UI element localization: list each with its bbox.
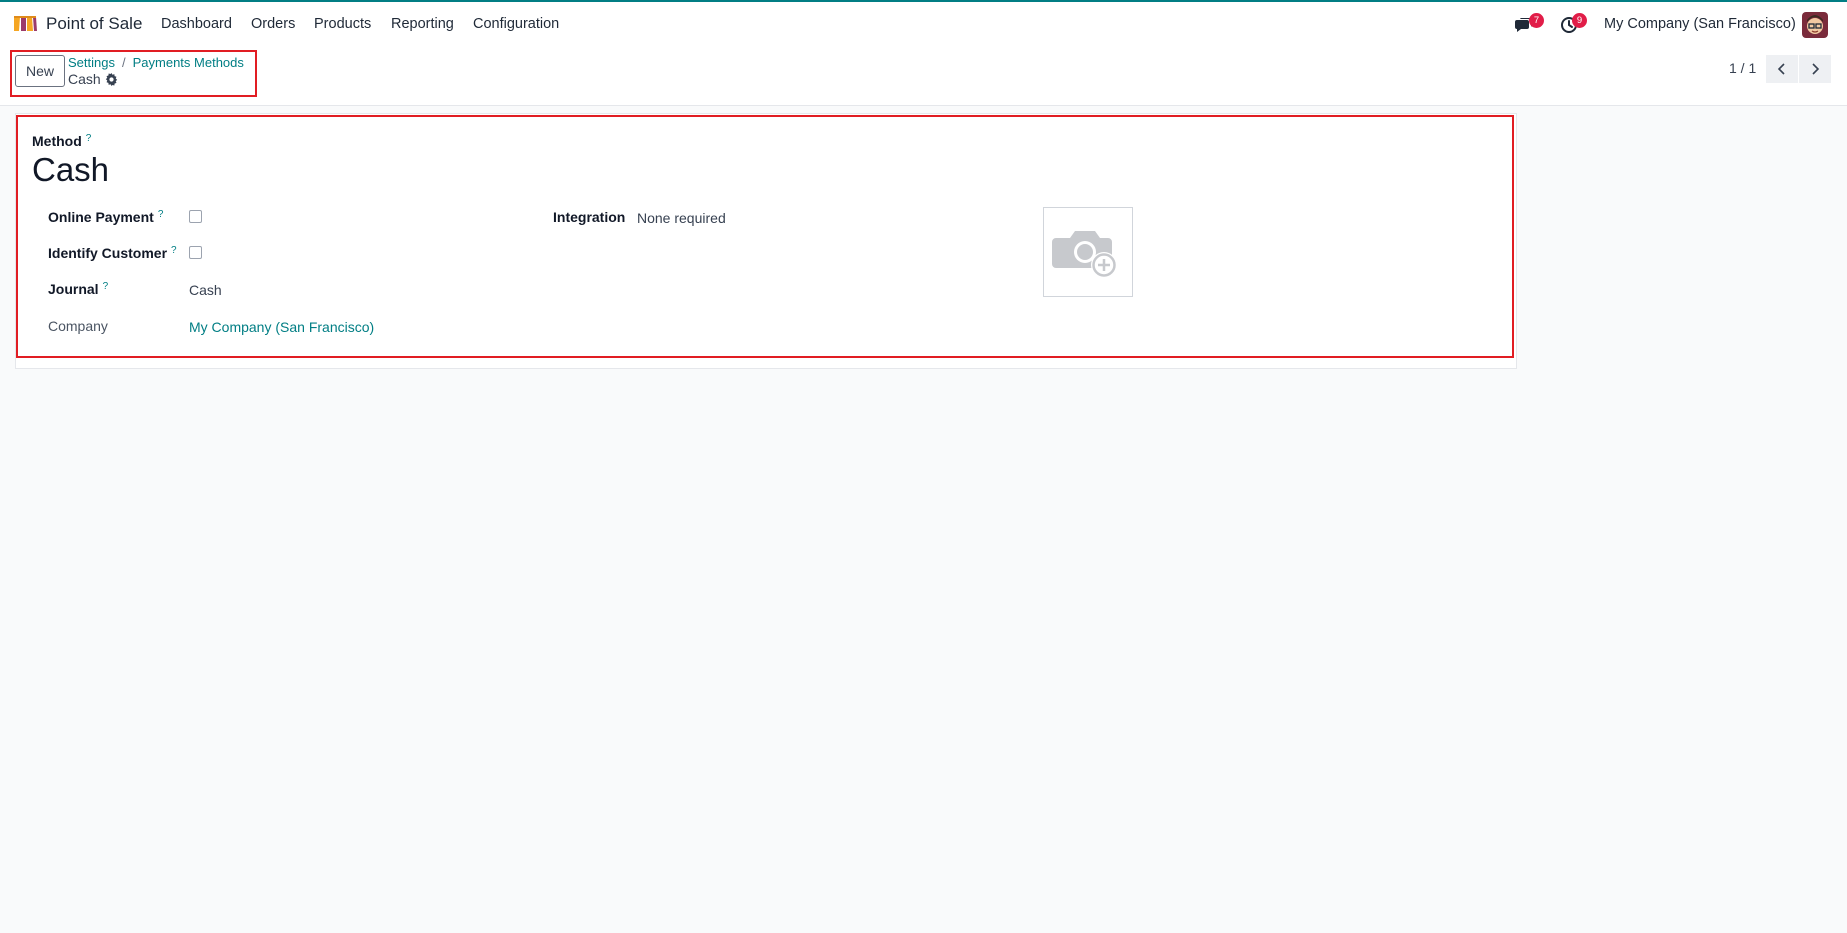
journal-label: Journal? (48, 281, 108, 297)
company-field[interactable]: My Company (San Francisco) (189, 319, 374, 335)
breadcrumb-payment-methods[interactable]: Payments Methods (133, 55, 244, 70)
company-label: Company (48, 318, 108, 334)
pos-app-icon[interactable] (12, 15, 38, 33)
online-payment-checkbox[interactable] (189, 210, 202, 223)
top-navbar: Point of Sale Dashboard Orders Products … (0, 0, 1847, 47)
activities-badge: 9 (1572, 13, 1587, 28)
nav-dashboard[interactable]: Dashboard (161, 16, 232, 32)
help-tooltip-icon[interactable]: ? (103, 281, 109, 292)
breadcrumb-settings[interactable]: Settings (68, 55, 115, 70)
breadcrumb-separator: / (121, 55, 126, 70)
record-title: Cash (68, 71, 118, 87)
help-tooltip-icon[interactable]: ? (171, 245, 177, 256)
control-panel (0, 47, 1847, 106)
method-name-field[interactable]: Cash (32, 151, 109, 189)
chevron-right-icon (1812, 63, 1820, 75)
identify-customer-label-text: Identify Customer (48, 245, 168, 261)
online-payment-label: Online Payment? (48, 209, 163, 225)
integration-label: Integration (553, 209, 626, 225)
nav-reporting[interactable]: Reporting (391, 16, 454, 32)
nav-products[interactable]: Products (314, 16, 371, 32)
nav-orders[interactable]: Orders (251, 16, 295, 32)
chevron-left-icon (1777, 63, 1785, 75)
identify-customer-label: Identify Customer? (48, 245, 177, 261)
user-avatar[interactable] (1802, 12, 1828, 38)
gear-icon[interactable] (105, 72, 118, 86)
identify-customer-checkbox[interactable] (189, 246, 202, 259)
integration-value: None required (637, 210, 726, 226)
breadcrumb: Settings / Payments Methods (68, 55, 244, 70)
app-name[interactable]: Point of Sale (46, 14, 142, 34)
camera-add-icon (1052, 231, 1117, 278)
method-label-text: Method (32, 133, 82, 149)
journal-label-text: Journal (48, 281, 99, 297)
pager-next-button[interactable] (1799, 55, 1831, 83)
company-switcher[interactable]: My Company (San Francisco) (1604, 16, 1796, 32)
record-title-text: Cash (68, 71, 101, 87)
new-button[interactable]: New (15, 55, 65, 87)
help-tooltip-icon[interactable]: ? (86, 133, 92, 144)
nav-configuration[interactable]: Configuration (473, 16, 559, 32)
method-label: Method? (32, 133, 91, 149)
pager-value[interactable]: 1 / 1 (1729, 60, 1756, 76)
help-tooltip-icon[interactable]: ? (158, 209, 164, 220)
online-payment-label-text: Online Payment (48, 209, 154, 225)
pager-previous-button[interactable] (1766, 55, 1798, 83)
messages-badge: 7 (1529, 13, 1544, 28)
image-upload[interactable] (1043, 207, 1133, 297)
journal-field[interactable]: Cash (189, 282, 222, 298)
